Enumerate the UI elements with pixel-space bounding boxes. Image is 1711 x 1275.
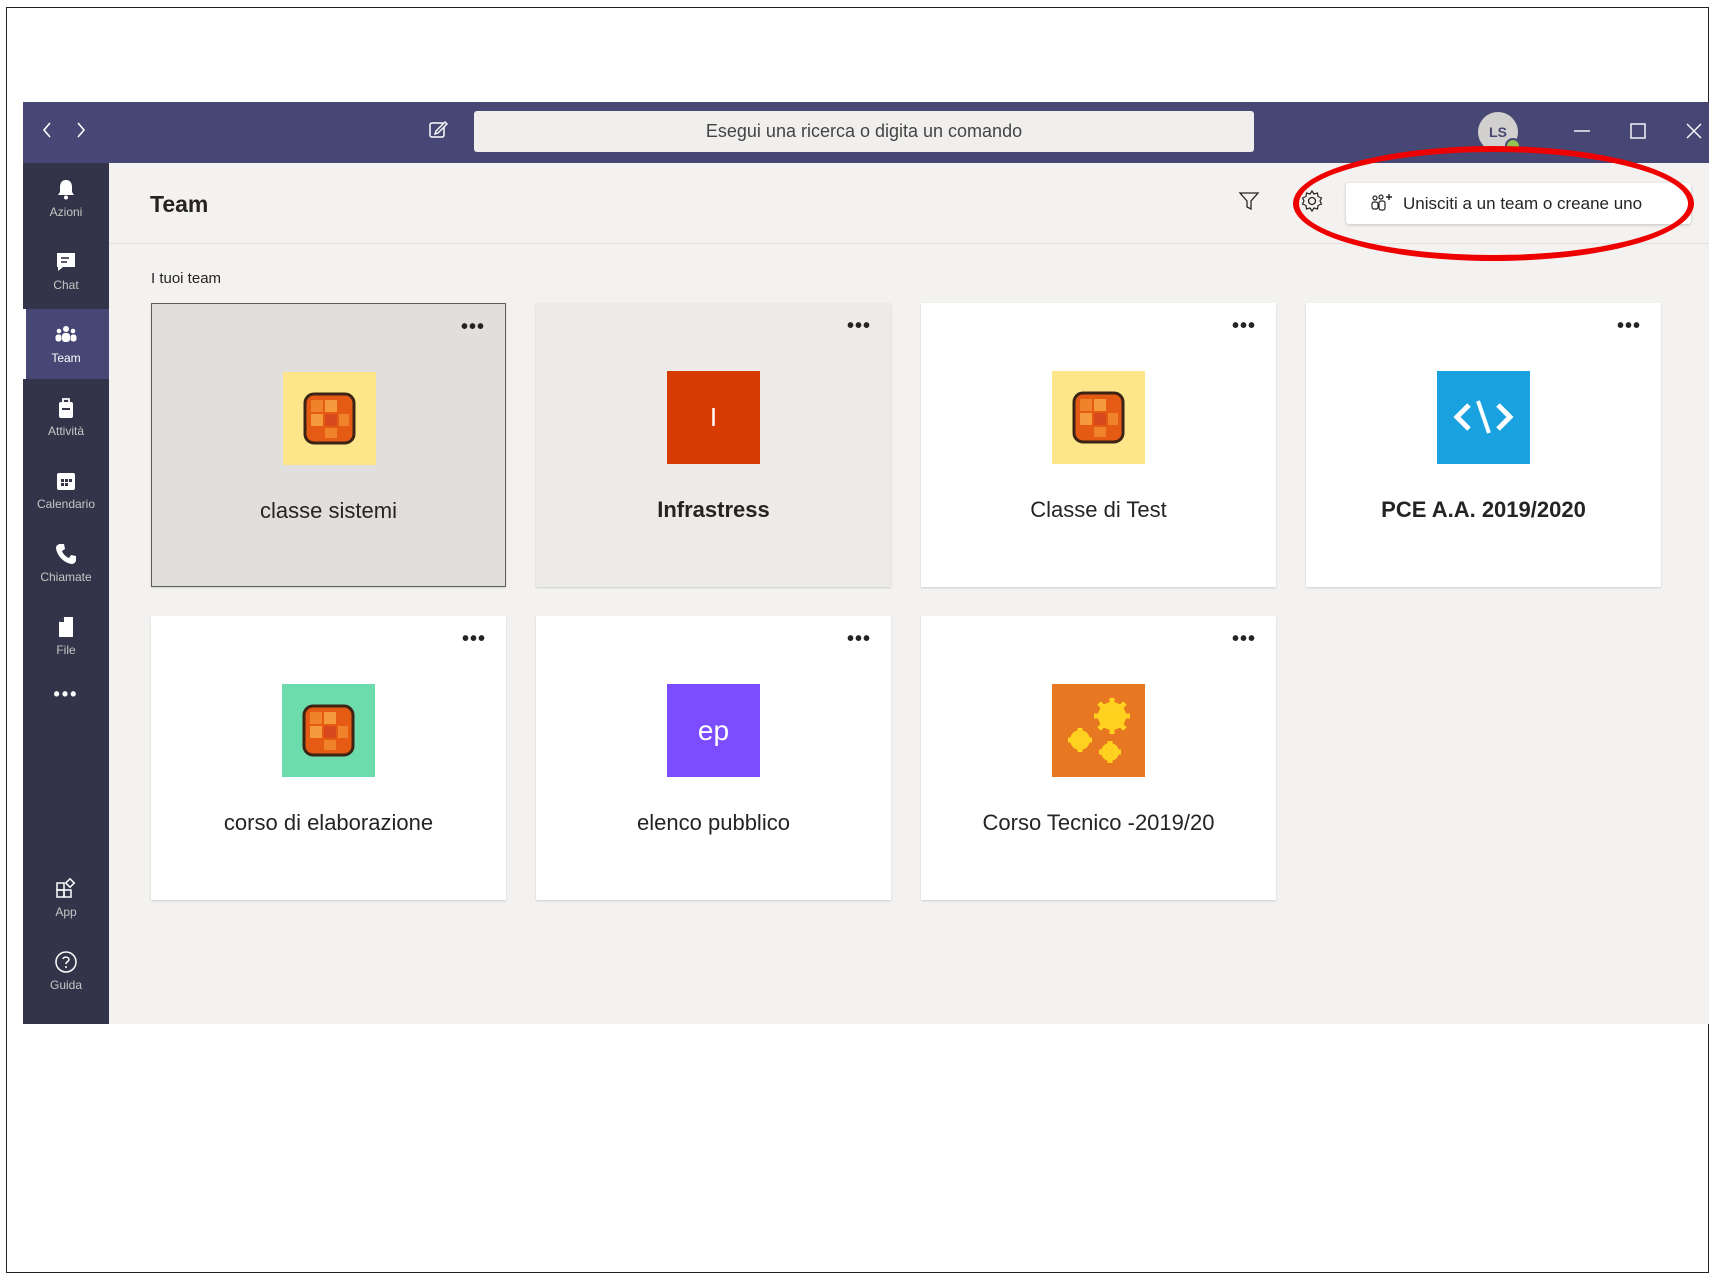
- rail-item-label: Azioni: [49, 205, 83, 219]
- team-card[interactable]: ••• corso di elaborazione: [151, 616, 506, 900]
- more-options-button[interactable]: •••: [847, 315, 871, 338]
- rail-item-chiamate[interactable]: Chiamate: [23, 528, 109, 598]
- class-icon: [1052, 371, 1145, 464]
- team-name: classe sistemi: [260, 498, 397, 523]
- code-icon: [1437, 371, 1530, 464]
- class-icon: [282, 684, 375, 777]
- minimize-icon: [1574, 130, 1590, 132]
- rail-item-label: File: [56, 643, 76, 657]
- team-card[interactable]: ••• Classe di Test: [921, 303, 1276, 587]
- rail-item-guida[interactable]: Guida: [23, 936, 109, 1006]
- team-card[interactable]: ••• I Infrastress: [536, 303, 891, 587]
- rail-item-calendario[interactable]: Calendario: [23, 455, 109, 525]
- team-name: PCE A.A. 2019/2020: [1381, 497, 1586, 522]
- team-name: corso di elaborazione: [223, 810, 434, 835]
- team-name: Classe di Test: [1030, 497, 1167, 522]
- rail-item-team[interactable]: Team: [23, 309, 109, 379]
- compose-button[interactable]: [423, 102, 453, 163]
- class-icon: [283, 372, 376, 465]
- rail-item-label: Chiamate: [40, 570, 92, 584]
- forward-button[interactable]: [69, 102, 93, 163]
- more-options-button[interactable]: •••: [1232, 628, 1256, 651]
- chevron-right-icon: [77, 122, 86, 138]
- rail-item-label: Team: [51, 351, 81, 365]
- briefcase-icon: [59, 398, 73, 418]
- calendar-icon: [57, 473, 75, 490]
- team-name: elenco pubblico: [637, 810, 790, 835]
- more-options-button[interactable]: •••: [461, 316, 485, 339]
- back-button[interactable]: [35, 102, 59, 163]
- highlight-ellipse: [1293, 146, 1694, 261]
- team-card[interactable]: ••• PCE A.A. 2019/2020: [1306, 303, 1661, 587]
- team-initials-tile: ep: [667, 684, 760, 777]
- filter-button[interactable]: [1238, 190, 1260, 217]
- chevron-left-icon: [42, 122, 51, 138]
- more-options-button[interactable]: •••: [1232, 315, 1256, 338]
- page-title: Team: [150, 191, 209, 217]
- phone-icon: [56, 544, 76, 564]
- compose-icon: [429, 121, 448, 138]
- rail-more-button[interactable]: •••: [23, 674, 109, 714]
- search-input[interactable]: Esegui una ricerca o digita un comando: [474, 111, 1254, 152]
- more-options-button[interactable]: •••: [847, 628, 871, 651]
- file-icon: [59, 617, 73, 637]
- rail-item-label: Chat: [53, 278, 79, 292]
- chat-icon: [57, 253, 75, 271]
- maximize-icon: [1630, 123, 1646, 139]
- rail-item-file[interactable]: File: [23, 601, 109, 671]
- apps-icon: [56, 877, 76, 898]
- maximize-button[interactable]: [1623, 102, 1653, 163]
- team-card[interactable]: ••• ep elenco pubblico: [536, 616, 891, 900]
- more-options-button[interactable]: •••: [462, 628, 486, 651]
- team-initials-tile: I: [667, 371, 760, 464]
- rail-item-label: Attività: [47, 424, 84, 438]
- app-bar: Azioni Chat Team Attività Calendario Chi…: [23, 163, 109, 1024]
- rail-item-label: Calendario: [36, 497, 96, 511]
- bell-icon: [58, 180, 74, 200]
- team-name: Corso Tecnico -2019/20: [982, 810, 1215, 835]
- team-icon: [55, 326, 77, 342]
- rail-item-attivita[interactable]: Attività: [23, 382, 109, 452]
- rail-item-azioni[interactable]: Azioni: [23, 163, 109, 233]
- rail-item-app[interactable]: App: [23, 863, 109, 933]
- rail-item-label: App: [55, 905, 77, 919]
- section-label: I tuoi team: [151, 270, 222, 287]
- more-options-button[interactable]: •••: [1617, 315, 1641, 338]
- team-name: Infrastress: [657, 497, 770, 522]
- team-card[interactable]: ••• Corso Tecnico -2019/20: [921, 616, 1276, 900]
- team-card[interactable]: ••• classe sistemi: [151, 303, 506, 587]
- gears-icon: [1052, 684, 1145, 777]
- rail-item-chat[interactable]: Chat: [23, 236, 109, 306]
- help-icon: [55, 951, 77, 973]
- filter-icon: [1238, 192, 1260, 211]
- rail-item-label: Guida: [49, 978, 83, 992]
- more-icon: •••: [53, 684, 79, 704]
- close-button[interactable]: [1679, 102, 1709, 163]
- close-icon: [1686, 123, 1702, 139]
